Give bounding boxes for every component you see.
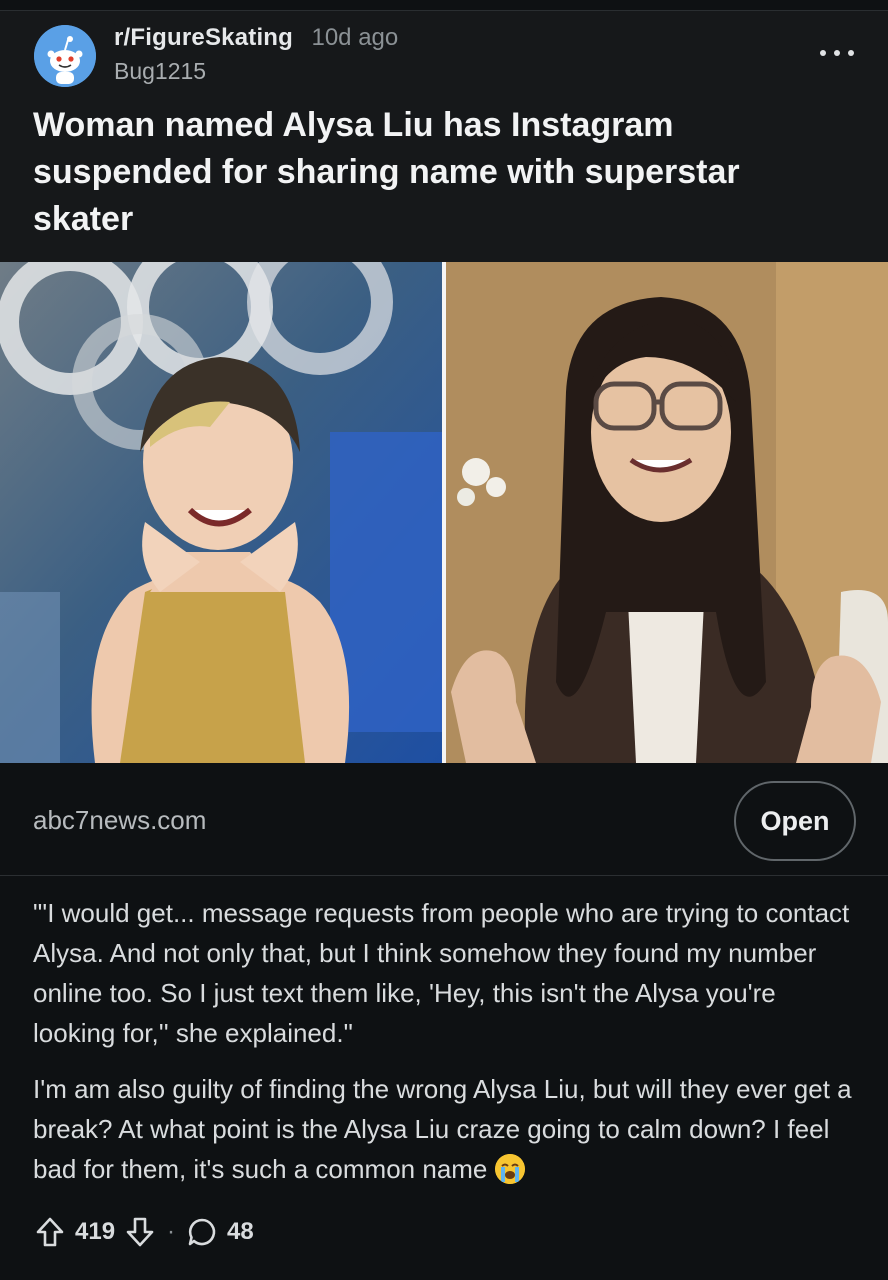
skater-photo	[0, 262, 442, 763]
reddit-post-screen: r/FigureSkating 10d ago Bug1215 Woman na…	[0, 0, 888, 1280]
action-separator: ·	[167, 1218, 176, 1245]
post-image[interactable]	[0, 262, 888, 763]
body-text-paragraph: I'm am also guilty of finding the wrong …	[33, 1069, 853, 1189]
reddit-snoo-icon	[34, 25, 96, 87]
upvote-count: 419	[75, 1218, 116, 1245]
body-text: I'm am also guilty of finding the wrong …	[33, 1074, 852, 1184]
downvote-arrow-icon[interactable]	[123, 1215, 157, 1249]
comment-count[interactable]: 48	[227, 1218, 254, 1246]
link-domain[interactable]: abc7news.com	[33, 805, 206, 836]
post-meta: r/FigureSkating 10d ago	[114, 24, 398, 52]
comment-bubble-icon[interactable]	[185, 1215, 219, 1249]
link-preview-bar[interactable]: abc7news.com Open	[0, 763, 888, 876]
post-header: r/FigureSkating 10d ago Bug1215 Woman na…	[0, 11, 888, 262]
post-age: 10d ago	[311, 24, 399, 51]
body-quote: "'I would get... message requests from p…	[33, 898, 850, 1048]
loudly-crying-face-emoji	[495, 1154, 526, 1184]
post-title[interactable]: Woman named Alysa Liu has Instagram susp…	[33, 102, 833, 243]
subreddit-name[interactable]: r/FigureSkating	[114, 24, 293, 51]
post-actions: 419 · 48	[33, 1214, 254, 1250]
upvote-arrow-icon[interactable]	[33, 1215, 67, 1249]
open-link-button[interactable]: Open	[734, 781, 856, 861]
post-body: "'I would get... message requests from p…	[33, 893, 853, 1205]
more-horizontal-icon	[820, 50, 826, 56]
woman-photo	[446, 262, 888, 763]
more-options-button[interactable]	[820, 38, 854, 68]
subreddit-avatar[interactable]	[34, 25, 96, 87]
post-author[interactable]: Bug1215	[114, 58, 206, 85]
